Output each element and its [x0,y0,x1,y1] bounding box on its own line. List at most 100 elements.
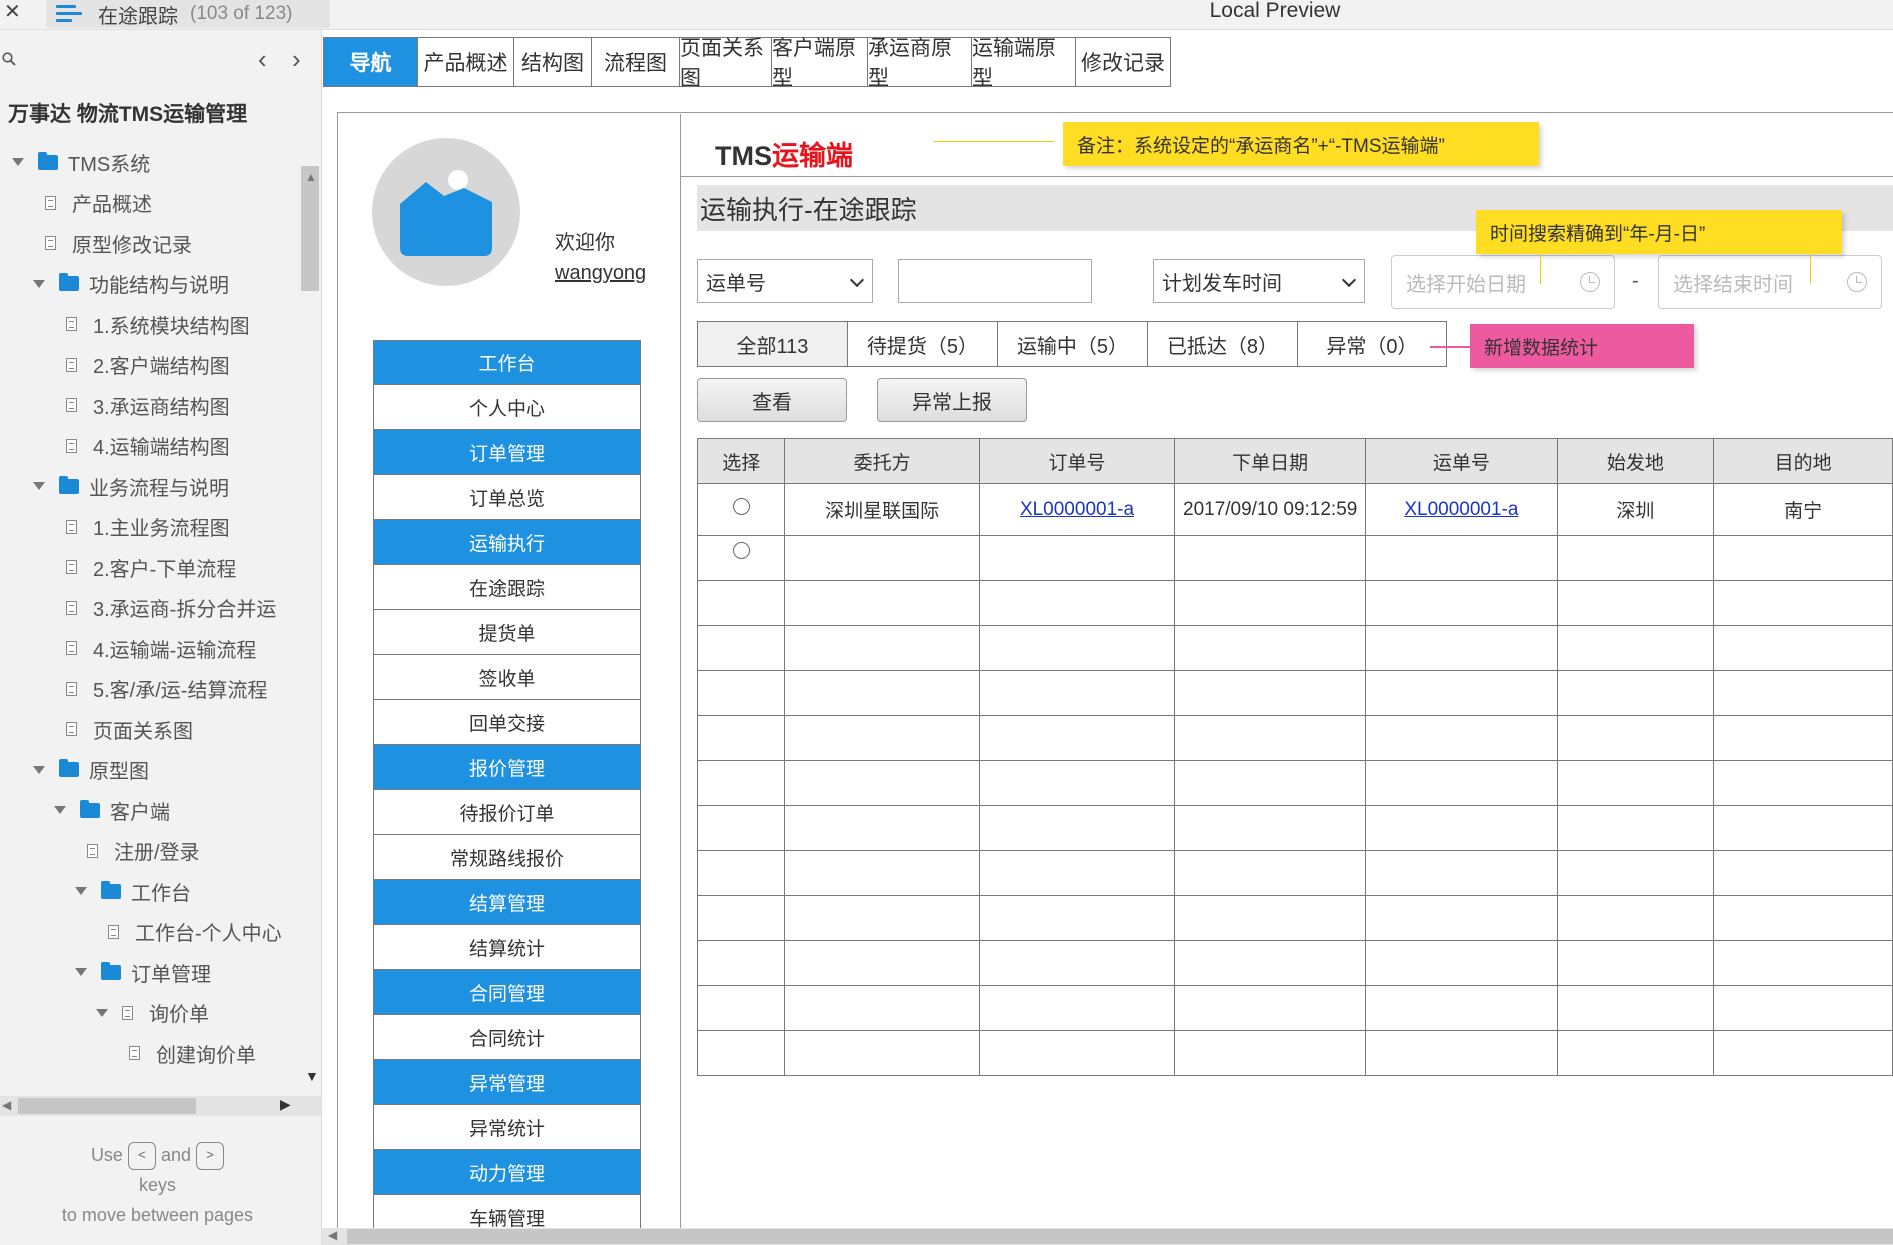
menu-group-header[interactable]: 运输执行 [373,520,641,565]
expand-caret-icon[interactable] [73,965,87,979]
status-tab[interactable]: 已抵达（8） [1148,322,1298,366]
menu-item[interactable]: 个人中心 [373,385,641,430]
tree-node[interactable]: 工作台 [0,871,300,912]
scroll-right-icon[interactable]: ▶ [280,1096,291,1113]
menu-item[interactable]: 常规路线报价 [373,835,641,880]
canvas-horizontal-scrollbar[interactable]: ◀ [322,1228,1893,1245]
table-cell [1365,535,1558,581]
tree-node[interactable]: 订单管理 [0,952,300,993]
tree-node[interactable]: 页面关系图 [0,709,300,750]
search-input[interactable] [898,259,1092,303]
expand-caret-icon[interactable] [10,155,24,169]
report-exception-button[interactable]: 异常上报 [877,378,1027,422]
status-tab[interactable]: 异常（0） [1298,322,1446,366]
table-cell [1365,760,1558,806]
tab-2[interactable]: 结构图 [514,38,592,86]
tree-node[interactable]: 3.承运商结构图 [0,385,300,426]
menu-group-header[interactable]: 合同管理 [373,970,641,1015]
avatar[interactable] [372,138,520,286]
menu-group-header[interactable]: 工作台 [373,340,641,385]
tree-node[interactable]: 2.客户-下单流程 [0,547,300,588]
menu-group-header[interactable]: 订单管理 [373,430,641,475]
tab-7[interactable]: 运输端原型 [972,37,1076,90]
next-page-icon[interactable]: › [292,44,301,75]
menu-group-header[interactable]: 结算管理 [373,880,641,925]
tree-node[interactable]: 询价单 [0,993,300,1034]
tab-6[interactable]: 承运商原型 [868,37,972,90]
search-field-select[interactable]: 运单号 [697,259,873,303]
menu-group-header[interactable]: 动力管理 [373,1150,641,1195]
scroll-left-icon[interactable]: ◀ [328,1228,337,1242]
view-button[interactable]: 查看 [697,378,847,422]
menu-item[interactable]: 合同统计 [373,1015,641,1060]
menu-item[interactable]: 异常统计 [373,1105,641,1150]
tree-node[interactable]: 1.主业务流程图 [0,507,300,548]
tree-node[interactable]: 4.运输端结构图 [0,426,300,467]
expand-caret-icon[interactable] [31,479,45,493]
row-radio[interactable] [732,498,750,515]
tree-node[interactable]: 4.运输端-运输流程 [0,628,300,669]
column-header: 选择 [696,438,786,484]
status-tab[interactable]: 全部113 [698,322,848,366]
tree-node[interactable]: TMS系统 [0,142,300,183]
expand-caret-icon[interactable] [31,763,45,777]
tab-3[interactable]: 流程图 [592,38,680,86]
expand-caret-icon[interactable] [73,884,87,898]
tree-node[interactable]: 1.系统模块结构图 [0,304,300,345]
expand-caret-icon[interactable] [31,277,45,291]
tree-node[interactable]: 3.承运商-拆分合并运 [0,588,300,629]
tab-1[interactable]: 产品概述 [418,38,514,86]
menu-icon[interactable] [56,4,82,24]
table-cell [1556,940,1715,986]
menu-item[interactable]: 订单总览 [373,475,641,520]
tree-node[interactable]: 创建询价单 [0,1033,300,1074]
search-icon[interactable] [2,52,16,66]
menu-item[interactable]: 结算统计 [373,925,641,970]
status-tab[interactable]: 运输中（5） [998,322,1148,366]
tree-node[interactable]: 注册/登录 [0,831,300,872]
tab-0[interactable]: 导航 [324,38,418,86]
tab-4[interactable]: 页面关系图 [680,37,772,90]
page-tab[interactable]: 在途跟踪 (103 of 123) [46,0,330,28]
tree-node[interactable]: 工作台-个人中心 [0,912,300,953]
row-radio[interactable] [732,542,750,559]
tree-node[interactable]: 业务流程与说明 [0,466,300,507]
menu-item[interactable]: 回单交接 [373,700,641,745]
tree-node[interactable]: 5.客/承/运-结算流程 [0,669,300,710]
scroll-up-icon[interactable]: ▲ [305,170,317,184]
tree-node[interactable]: 客户端 [0,790,300,831]
tab-8[interactable]: 修改记录 [1076,38,1170,86]
tree-node[interactable]: 产品概述 [0,183,300,224]
sidebar-vertical-scrollbar[interactable] [301,142,319,1062]
order-number-link[interactable]: XL0000001-a [1020,499,1134,520]
expand-caret-icon[interactable] [52,803,66,817]
menu-item[interactable]: 待报价订单 [373,790,641,835]
end-date-picker[interactable]: 选择结束时间 [1658,255,1882,309]
sidebar-horizontal-scrollbar[interactable]: ◀ ▶ [0,1096,321,1116]
prev-page-icon[interactable]: ‹ [258,44,267,75]
menu-group-header[interactable]: 异常管理 [373,1060,641,1105]
scrollbar-thumb[interactable] [18,1098,196,1114]
menu-item[interactable]: 提货单 [373,610,641,655]
menu-group-header[interactable]: 报价管理 [373,745,641,790]
waybill-number-link[interactable]: XL0000001-a [1404,499,1518,520]
scroll-left-icon[interactable]: ◀ [2,1098,11,1112]
tree-node[interactable]: 原型图 [0,750,300,791]
close-icon[interactable]: ✕ [4,0,21,24]
table-cell [1174,670,1367,716]
start-date-picker[interactable]: 选择开始日期 [1391,255,1615,309]
scroll-down-icon[interactable]: ▼ [305,1068,319,1084]
username-link[interactable]: wangyong [555,262,646,285]
menu-item[interactable]: 在途跟踪 [373,565,641,610]
scrollbar-thumb[interactable] [347,1229,1893,1244]
menu-item[interactable]: 签收单 [373,655,641,700]
status-tab[interactable]: 待提货（5） [848,322,998,366]
tab-5[interactable]: 客户端原型 [772,37,868,90]
tree-node[interactable]: 2.客户端结构图 [0,345,300,386]
scrollbar-thumb[interactable] [301,166,319,291]
tree-node[interactable]: 功能结构与说明 [0,264,300,305]
time-type-select[interactable]: 计划发车时间 [1153,259,1365,303]
expand-caret-icon[interactable] [94,1006,108,1020]
tree-node[interactable]: 原型修改记录 [0,223,300,264]
tree-node-label: 业务流程与说明 [89,477,229,500]
